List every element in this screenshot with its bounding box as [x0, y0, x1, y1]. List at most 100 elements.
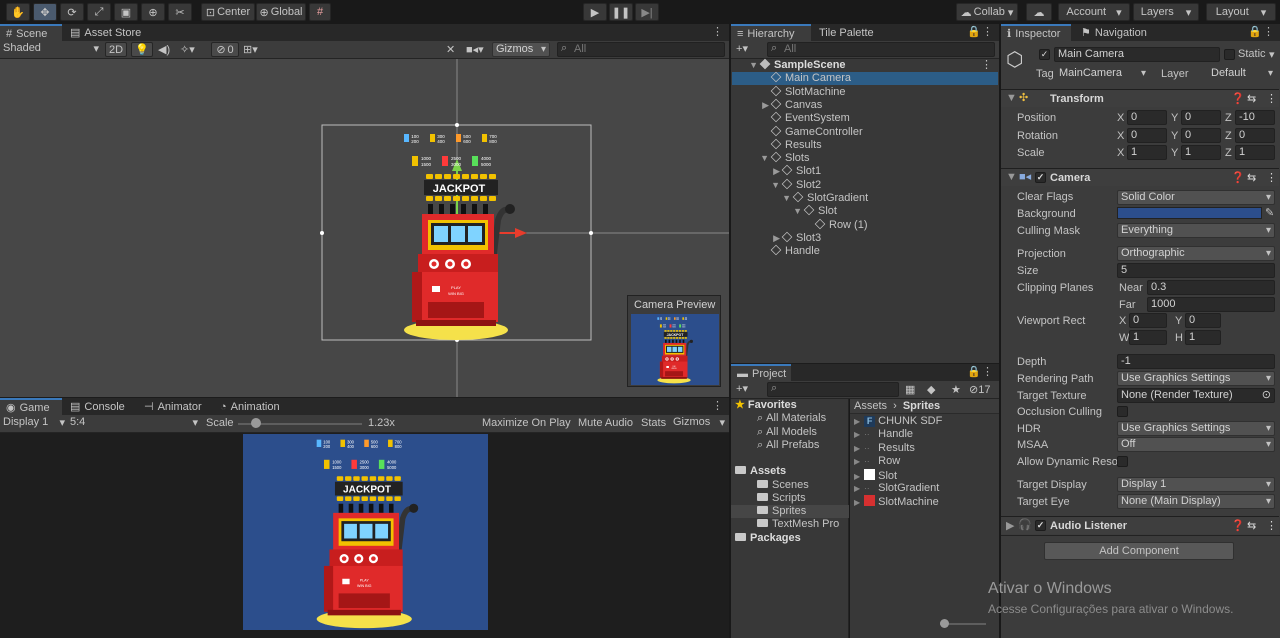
asset-subfolder[interactable]: Sprites [731, 505, 849, 519]
filter-label-icon[interactable]: ◆ [927, 383, 935, 396]
favorites-folder[interactable]: ★ Favorites [731, 399, 849, 412]
lock-icon[interactable]: 🔒 [967, 365, 981, 378]
transform-tool-button[interactable]: ⊕ [141, 3, 165, 21]
foldout-arrow-icon[interactable]: ▶ [1006, 519, 1014, 532]
hierarchy-item[interactable]: Results [732, 138, 998, 152]
favorite-item[interactable]: ⌕ All Models [731, 426, 849, 439]
hierarchy-item[interactable]: ▼ SlotGradient [732, 191, 998, 205]
foldout-arrow-icon[interactable]: ▶ [770, 165, 780, 178]
hierarchy-item[interactable]: Row (1) [732, 218, 998, 232]
hierarchy-item[interactable]: ▶ Canvas [732, 98, 998, 112]
foldout-arrow-icon[interactable]: ▶ [854, 430, 860, 439]
project-file-item[interactable]: ▶ ·· SlotGradient [854, 482, 939, 495]
viewport-y-field[interactable]: 0 [1185, 313, 1221, 328]
favorite-item[interactable]: ⌕ All Prefabs [731, 439, 849, 452]
project-file-item[interactable]: ▶ ·· Results [854, 442, 915, 455]
lock-icon[interactable]: 🔒 [1248, 25, 1262, 38]
packages-folder[interactable]: Packages [731, 532, 849, 545]
custom-tool-button[interactable]: ✂ [168, 3, 192, 21]
hierarchy-item[interactable]: ▼ Slot [732, 204, 998, 218]
project-create-dropdown[interactable]: +▾ [736, 382, 748, 395]
tree-arrow-icon[interactable] [732, 139, 771, 152]
camera-component-header[interactable]: ▼ ■◂ ✓ Camera ❓ ⇆ ⋮ [1001, 168, 1279, 186]
projection-dropdown[interactable]: Orthographic [1117, 246, 1275, 261]
target-texture-field[interactable]: None (Render Texture) ⊙ [1117, 388, 1275, 403]
rendering-path-dropdown[interactable]: Use Graphics Settings [1117, 371, 1275, 386]
viewport-w-field[interactable]: 1 [1129, 330, 1167, 345]
account-dropdown[interactable]: Account ▾ [1058, 3, 1130, 21]
mode-2d-toggle[interactable]: 2D [105, 42, 127, 57]
panel-menu-icon[interactable]: ⋮ [1263, 25, 1274, 38]
foldout-arrow-icon[interactable]: ▶ [759, 99, 769, 112]
move-tool-button[interactable]: ✥ [33, 3, 57, 21]
component-menu-icon[interactable]: ⋮ [1266, 171, 1277, 184]
dynamic-resolution-checkbox[interactable] [1117, 456, 1128, 467]
pivot-global-toggle[interactable]: ⊕ Global [256, 3, 306, 21]
asset-subfolder[interactable]: Scripts [731, 492, 849, 505]
far-field[interactable]: 1000 [1147, 297, 1275, 312]
foldout-arrow-icon[interactable]: ▼ [759, 152, 769, 165]
viewport-x-field[interactable]: 0 [1129, 313, 1167, 328]
breadcrumb-assets[interactable]: Assets [854, 400, 887, 412]
layer-dropdown[interactable]: Default [1208, 67, 1276, 82]
effects-icon[interactable]: ✧▾ [180, 43, 195, 56]
lock-icon[interactable]: 🔒 [967, 25, 981, 38]
tab-console[interactable]: ▤ Console [64, 398, 136, 415]
lighting-toggle[interactable]: 💡 [131, 42, 153, 57]
hierarchy-item[interactable]: SlotMachine [732, 85, 998, 99]
asset-subfolder[interactable]: TextMesh Pro [731, 518, 849, 531]
icon-size-slider-thumb[interactable] [940, 619, 949, 628]
tree-arrow-icon[interactable]: ▶ [732, 232, 782, 245]
display-dropdown[interactable]: Display 1 ▾ [3, 416, 65, 429]
rotate-tool-button[interactable]: ⟳ [60, 3, 84, 21]
camera-settings-icon[interactable]: ■◂▾ [466, 43, 484, 56]
size-field[interactable]: 5 [1117, 263, 1275, 278]
project-search-input[interactable]: ⌕ [767, 382, 899, 397]
step-button[interactable]: ▶| [635, 3, 659, 21]
help-icon[interactable]: ❓ [1231, 171, 1245, 184]
panel-menu-icon[interactable]: ⋮ [982, 25, 993, 38]
transform-component-header[interactable]: ▼ ✣ Transform ❓ ⇆ ⋮ [1001, 89, 1279, 107]
tree-arrow-icon[interactable]: ▼ [732, 59, 760, 72]
mute-audio-toggle[interactable]: Mute Audio [578, 417, 633, 429]
hidden-objects-toggle[interactable]: ⊘ 0 [211, 42, 239, 57]
panel-menu-icon[interactable]: ⋮ [712, 25, 723, 38]
occlusion-culling-checkbox[interactable] [1117, 406, 1128, 417]
rotation-z-field[interactable]: 0 [1235, 128, 1275, 143]
project-file-item[interactable]: ▶ ·· Handle [854, 428, 913, 441]
game-gizmos-dropdown[interactable]: Gizmos ▾ [673, 416, 725, 429]
scale-tool-button[interactable]: ⤢ [87, 3, 111, 21]
foldout-arrow-icon[interactable]: ▶ [770, 232, 780, 245]
rotation-x-field[interactable]: 0 [1127, 128, 1167, 143]
foldout-arrow-icon[interactable]: ▼ [1006, 171, 1017, 183]
help-icon[interactable]: ❓ [1231, 519, 1245, 532]
panel-menu-icon[interactable]: ⋮ [712, 399, 723, 412]
hierarchy-item[interactable]: Handle [732, 244, 998, 258]
stats-toggle[interactable]: Stats [641, 417, 666, 429]
collab-dropdown[interactable]: ☁ Collab ▾ [956, 3, 1018, 21]
component-menu-icon[interactable]: ⋮ [1266, 519, 1277, 532]
hierarchy-item[interactable]: Main Camera [732, 71, 998, 86]
layout-dropdown[interactable]: Layout ▾ [1206, 3, 1276, 21]
tree-arrow-icon[interactable] [732, 86, 771, 99]
tree-arrow-icon[interactable]: ▶ [732, 165, 782, 178]
hierarchy-item[interactable]: ▼ Slot2 [732, 178, 998, 192]
tab-scene[interactable]: # Scene [0, 24, 62, 41]
scale-z-field[interactable]: 1 [1235, 145, 1275, 160]
near-field[interactable]: 0.3 [1147, 280, 1275, 295]
foldout-arrow-icon[interactable]: ▼ [1006, 92, 1017, 104]
tab-inspector[interactable]: ℹ Inspector [1001, 24, 1071, 41]
breadcrumb-sprites[interactable]: Sprites [903, 400, 940, 412]
audio-toggle-icon[interactable]: ◀) [158, 43, 170, 56]
scene-menu-icon[interactable]: ⋮ [981, 59, 992, 72]
component-menu-icon[interactable]: ⋮ [1266, 92, 1277, 105]
asset-subfolder[interactable]: Scenes [731, 479, 849, 492]
hidden-packages-toggle[interactable]: ⊘17 [969, 383, 990, 396]
scale-x-field[interactable]: 1 [1127, 145, 1167, 160]
scene-search-input[interactable]: ⌕ All [557, 42, 725, 57]
foldout-arrow-icon[interactable]: ▶ [854, 472, 860, 481]
gizmos-dropdown[interactable]: Gizmos [492, 42, 550, 57]
foldout-arrow-icon[interactable]: ▶ [854, 457, 860, 466]
target-eye-dropdown[interactable]: None (Main Display) [1117, 494, 1275, 509]
shading-mode-dropdown[interactable]: Shaded ▾ [3, 42, 99, 55]
